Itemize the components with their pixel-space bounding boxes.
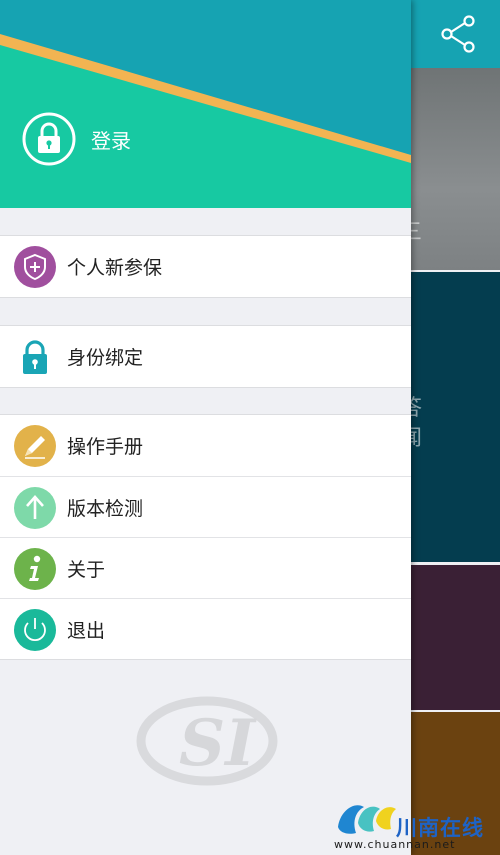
brand-url: www.chuannan.net xyxy=(334,838,456,851)
pencil-icon xyxy=(14,425,56,467)
share-button[interactable] xyxy=(436,12,482,58)
menu-item-identity-binding[interactable]: 身份绑定 xyxy=(0,326,411,387)
menu-group: 身份绑定 xyxy=(0,325,411,388)
menu-item-label: 操作手册 xyxy=(67,436,144,458)
power-icon xyxy=(14,609,56,651)
lock-icon xyxy=(23,340,47,374)
content-tile[interactable] xyxy=(411,68,500,270)
menu-item-about[interactable]: 关于 xyxy=(0,537,411,598)
menu-item-logout[interactable]: 退出 xyxy=(0,598,411,659)
up-arrow-icon xyxy=(14,487,56,529)
watermark-text: SI xyxy=(179,706,257,781)
drawer-header: 登录 xyxy=(0,0,411,208)
si-watermark-logo: SI xyxy=(136,696,278,786)
menu-item-label: 退出 xyxy=(67,619,106,642)
menu-item-label: 个人新参保 xyxy=(67,257,163,279)
menu-item-label: 版本检测 xyxy=(67,497,144,520)
lock-icon xyxy=(22,112,76,166)
menu-group: 操作手册 版本检测 关于 退出 xyxy=(0,414,411,660)
menu-group: 个人新参保 xyxy=(0,235,411,298)
shield-plus-icon xyxy=(14,246,56,288)
menu-item-new-enrollment[interactable]: 个人新参保 xyxy=(0,236,411,297)
navigation-drawer: 登录 个人新参保 身份绑定 操作手册 版本检测 关于 退出 SI xyxy=(0,0,411,855)
header-background xyxy=(0,0,411,163)
login-button[interactable]: 登录 xyxy=(22,112,131,166)
menu-item-version-check[interactable]: 版本检测 xyxy=(0,476,411,537)
menu-item-label: 身份绑定 xyxy=(67,347,144,369)
login-label: 登录 xyxy=(91,128,131,153)
menu-item-label: 关于 xyxy=(67,558,106,581)
content-tile[interactable] xyxy=(411,565,500,710)
menu-item-manual[interactable]: 操作手册 xyxy=(0,415,411,476)
share-icon xyxy=(441,15,475,53)
content-tile[interactable] xyxy=(411,272,500,562)
info-icon xyxy=(14,548,56,590)
